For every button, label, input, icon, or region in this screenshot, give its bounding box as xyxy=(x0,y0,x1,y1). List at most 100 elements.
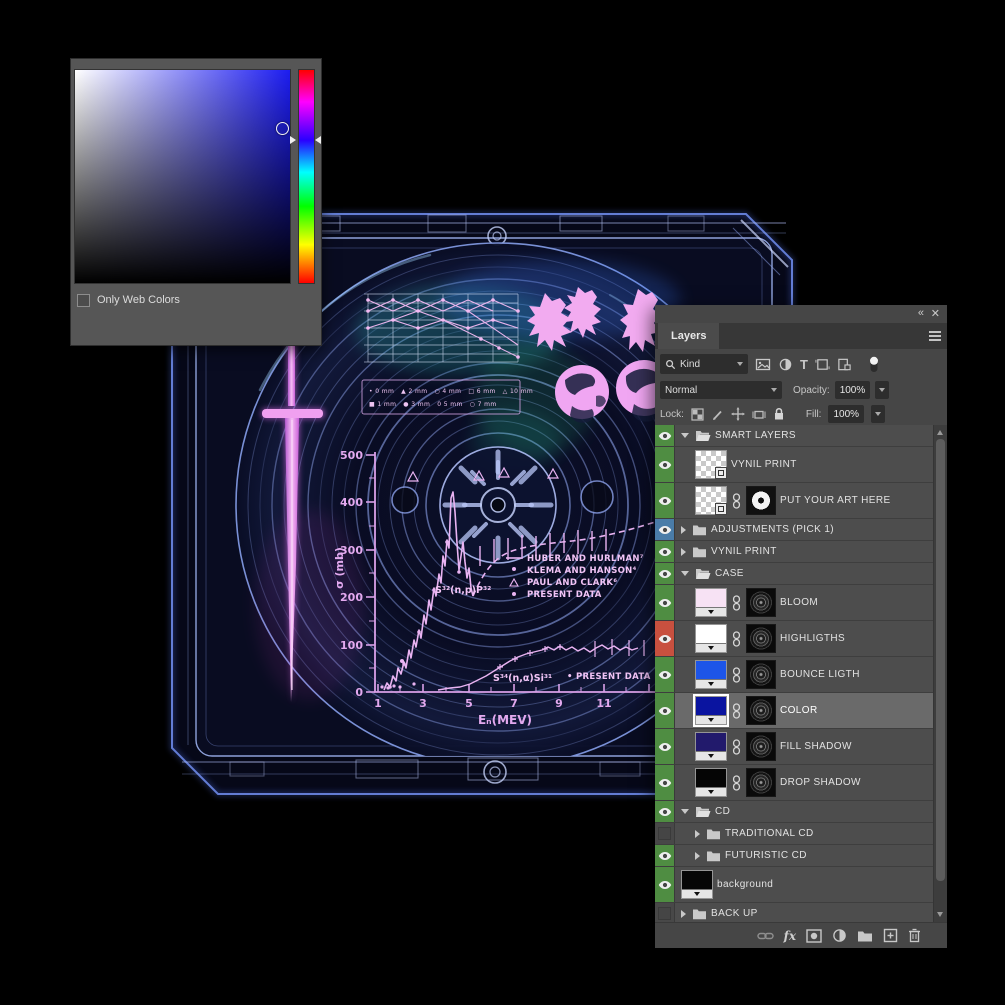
visibility-toggle[interactable] xyxy=(655,801,675,822)
saturation-brightness-field[interactable] xyxy=(74,69,291,284)
filter-type-layers-icon[interactable]: T xyxy=(800,357,808,372)
caret-right-icon[interactable] xyxy=(681,547,686,556)
layer-mask-thumbnail[interactable] xyxy=(746,660,776,689)
visibility-toggle[interactable] xyxy=(655,447,675,482)
layer-row-put-your-art-here[interactable]: PUT YOUR ART HERE xyxy=(655,483,934,519)
caret-down-icon[interactable] xyxy=(681,433,689,438)
layer-row-background[interactable]: background xyxy=(655,867,934,903)
link-layers-button[interactable] xyxy=(756,929,774,943)
layer-thumbnail[interactable] xyxy=(681,870,713,899)
color-cursor[interactable] xyxy=(276,122,289,135)
group-row-back-up[interactable]: BACK UP xyxy=(655,903,934,922)
layer-name[interactable]: HIGHLIGTHS xyxy=(780,633,845,644)
group-row-adjustments-pick-1-[interactable]: ADJUSTMENTS (PICK 1) xyxy=(655,519,934,541)
layer-mask-thumbnail[interactable] xyxy=(746,486,776,515)
visibility-toggle[interactable] xyxy=(655,483,675,518)
group-row-cd[interactable]: CD xyxy=(655,801,934,823)
layer-name[interactable]: CASE xyxy=(715,568,744,579)
layer-thumbnail[interactable] xyxy=(695,768,727,797)
visibility-toggle[interactable] xyxy=(655,519,675,540)
layer-mask-thumbnail[interactable] xyxy=(746,624,776,653)
layer-name[interactable]: FUTURISTIC CD xyxy=(725,850,807,861)
caret-down-icon[interactable] xyxy=(681,571,689,576)
group-row-traditional-cd[interactable]: TRADITIONAL CD xyxy=(655,823,934,845)
group-row-vynil-print[interactable]: VYNIL PRINT xyxy=(655,541,934,563)
scroll-down-arrow[interactable] xyxy=(937,912,943,917)
layer-thumbnail[interactable] xyxy=(695,486,727,515)
caret-right-icon[interactable] xyxy=(681,525,686,534)
scroll-up-arrow[interactable] xyxy=(937,430,943,435)
layer-row-color[interactable]: COLOR xyxy=(655,693,934,729)
caret-right-icon[interactable] xyxy=(681,909,686,918)
collapse-panel-icon[interactable]: « xyxy=(918,307,924,319)
hue-slider-handle-right[interactable] xyxy=(315,136,321,144)
visibility-toggle[interactable] xyxy=(655,765,675,800)
panel-menu-icon[interactable] xyxy=(929,331,941,341)
filter-pixel-layers-icon[interactable] xyxy=(755,357,771,372)
new-layer-button[interactable] xyxy=(883,928,898,943)
layer-thumbnail[interactable] xyxy=(695,624,727,653)
opacity-value-field[interactable]: 100% xyxy=(834,381,871,399)
layer-row-bounce-ligth[interactable]: BOUNCE LIGTH xyxy=(655,657,934,693)
layer-name[interactable]: CD xyxy=(715,806,730,817)
visibility-toggle[interactable] xyxy=(655,693,675,728)
visibility-toggle[interactable] xyxy=(655,845,675,866)
only-web-colors-checkbox[interactable] xyxy=(77,293,90,307)
layer-style-button[interactable]: fx xyxy=(784,929,796,943)
visibility-toggle[interactable] xyxy=(655,729,675,764)
group-row-smart-layers[interactable]: SMART LAYERS xyxy=(655,425,934,447)
visibility-toggle[interactable] xyxy=(655,657,675,692)
group-row-futuristic-cd[interactable]: FUTURISTIC CD xyxy=(655,845,934,867)
filter-toggle-switch[interactable] xyxy=(867,356,881,373)
layer-name[interactable]: VYNIL PRINT xyxy=(731,459,797,470)
layer-row-bloom[interactable]: BLOOM xyxy=(655,585,934,621)
visibility-toggle[interactable] xyxy=(655,541,675,562)
filter-smart-objects-icon[interactable] xyxy=(837,357,852,372)
fill-dropdown-button[interactable] xyxy=(871,405,886,423)
visibility-toggle[interactable] xyxy=(655,621,675,656)
caret-right-icon[interactable] xyxy=(695,829,700,838)
layer-name[interactable]: BACK UP xyxy=(711,908,758,919)
opacity-dropdown-button[interactable] xyxy=(875,381,890,399)
visibility-toggle[interactable] xyxy=(655,425,675,446)
layer-name[interactable]: VYNIL PRINT xyxy=(711,546,777,557)
layer-thumbnail[interactable] xyxy=(695,588,727,617)
tab-layers[interactable]: Layers xyxy=(658,323,720,349)
caret-right-icon[interactable] xyxy=(695,851,700,860)
layer-name[interactable]: BLOOM xyxy=(780,597,818,608)
layer-thumbnail[interactable] xyxy=(695,450,727,479)
layer-name[interactable]: background xyxy=(717,879,773,890)
hue-slider[interactable] xyxy=(298,69,315,284)
layer-mask-thumbnail[interactable] xyxy=(746,696,776,725)
filter-kind-dropdown[interactable]: Kind xyxy=(660,354,748,374)
filter-adjustment-layers-icon[interactable] xyxy=(778,357,793,372)
layer-thumbnail[interactable] xyxy=(693,694,729,727)
hue-slider-handle-left[interactable] xyxy=(290,136,296,144)
new-group-button[interactable] xyxy=(857,929,873,942)
layer-mask-thumbnail[interactable] xyxy=(746,588,776,617)
visibility-toggle[interactable] xyxy=(655,867,675,902)
layer-mask-thumbnail[interactable] xyxy=(746,732,776,761)
add-layer-mask-button[interactable] xyxy=(806,928,822,943)
layer-name[interactable]: ADJUSTMENTS (PICK 1) xyxy=(711,524,834,535)
filter-shape-layers-icon[interactable] xyxy=(815,357,830,372)
layer-name[interactable]: COLOR xyxy=(780,705,818,716)
layer-mask-thumbnail[interactable] xyxy=(746,768,776,797)
lock-position-move-icon[interactable] xyxy=(730,407,745,421)
layer-row-vynil-print[interactable]: VYNIL PRINT xyxy=(655,447,934,483)
close-panel-icon[interactable]: ✕ xyxy=(931,307,940,320)
layer-row-fill-shadow[interactable]: FILL SHADOW xyxy=(655,729,934,765)
layer-name[interactable]: BOUNCE LIGTH xyxy=(780,669,860,680)
visibility-toggle[interactable] xyxy=(655,903,675,922)
lock-transparency-icon[interactable] xyxy=(691,407,704,421)
layer-name[interactable]: SMART LAYERS xyxy=(715,430,796,441)
delete-layer-button[interactable] xyxy=(908,928,921,943)
layer-name[interactable]: PUT YOUR ART HERE xyxy=(780,495,891,506)
layer-list-scrollbar[interactable] xyxy=(933,425,947,922)
visibility-toggle[interactable] xyxy=(655,563,675,584)
add-adjustment-layer-button[interactable] xyxy=(832,928,847,943)
lock-all-icon[interactable] xyxy=(773,407,785,421)
lock-pixels-brush-icon[interactable] xyxy=(711,408,724,421)
layer-thumbnail[interactable] xyxy=(695,732,727,761)
layer-row-highligths[interactable]: HIGHLIGTHS xyxy=(655,621,934,657)
